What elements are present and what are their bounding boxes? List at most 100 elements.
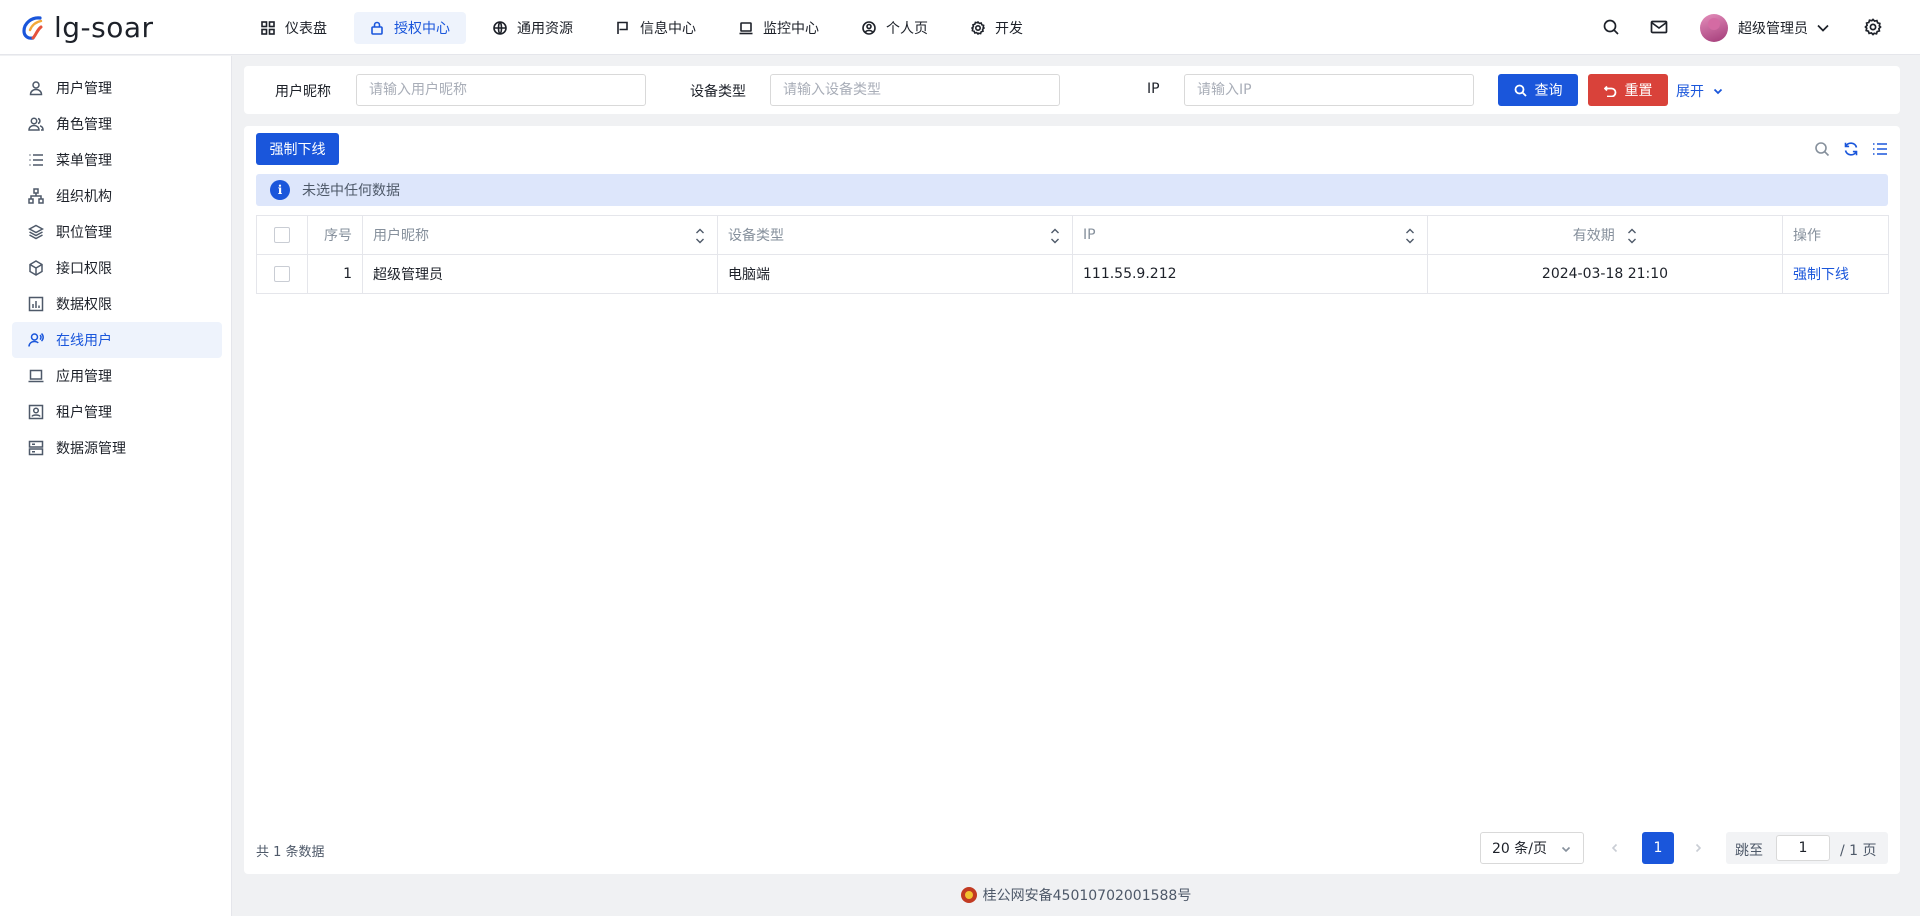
- nav-label: 监控中心: [763, 21, 819, 37]
- sort-icon[interactable]: [1405, 226, 1415, 246]
- expand-toggle[interactable]: 展开: [1676, 81, 1724, 101]
- lock-icon: [371, 21, 383, 35]
- sort-icon[interactable]: [695, 226, 705, 246]
- sidebar-item-position-management[interactable]: 职位管理: [12, 214, 222, 250]
- nav-message-center[interactable]: 信息中心: [600, 12, 712, 44]
- chevron-down-icon[interactable]: [1816, 21, 1830, 35]
- nickname-input[interactable]: [356, 74, 646, 106]
- refresh-icon[interactable]: [1843, 141, 1859, 157]
- jump-input[interactable]: [1776, 835, 1830, 861]
- column-settings-icon[interactable]: [1872, 141, 1888, 157]
- app-name: lg-soar: [54, 11, 154, 44]
- sidebar-item-label: 用户管理: [56, 81, 112, 97]
- search-icon[interactable]: [1814, 141, 1830, 157]
- org-icon: [28, 188, 44, 204]
- nav-label: 仪表盘: [285, 21, 327, 37]
- content-panel: 强制下线 i 未选中任何数据 序号 用户昵称 设备类型 IP 有效期 操作 1 …: [244, 126, 1900, 874]
- flag-icon: [617, 21, 628, 34]
- prev-page-icon[interactable]: [1609, 842, 1621, 854]
- sidebar-item-menu-management[interactable]: 菜单管理: [12, 142, 222, 178]
- table-header-row: 序号 用户昵称 设备类型 IP 有效期 操作: [256, 215, 1889, 255]
- app-logo[interactable]: lg-soar: [20, 10, 154, 45]
- sidebar-item-data-permission[interactable]: 数据权限: [12, 286, 222, 322]
- sidebar-item-tenant-management[interactable]: 租户管理: [12, 394, 222, 430]
- sidebar: 用户管理 角色管理 菜单管理 组织机构 职位管理 接口权限 数据权限 在线用户 …: [0, 56, 232, 916]
- sidebar-item-api-permission[interactable]: 接口权限: [12, 250, 222, 286]
- cell-nickname: 超级管理员: [362, 254, 718, 294]
- chevron-down-icon: [1561, 846, 1571, 853]
- nav-common-resources[interactable]: 通用资源: [477, 12, 589, 44]
- page-size-value: 20 条/页: [1492, 841, 1547, 857]
- laptop-icon: [28, 369, 44, 383]
- list-icon: [29, 154, 43, 166]
- sidebar-item-user-management[interactable]: 用户管理: [12, 70, 222, 106]
- sort-icon[interactable]: [1627, 226, 1637, 246]
- sidebar-item-label: 应用管理: [56, 369, 112, 385]
- page-size-select[interactable]: 20 条/页: [1480, 832, 1584, 864]
- top-nav: 仪表盘 授权中心 通用资源 信息中心 监控中心 个人页 开发: [245, 12, 1050, 44]
- selection-alert: i 未选中任何数据: [256, 174, 1888, 206]
- page-number-current[interactable]: 1: [1642, 832, 1674, 864]
- select-all-checkbox[interactable]: [274, 227, 290, 243]
- nav-label: 开发: [995, 21, 1023, 37]
- column-header-nickname[interactable]: 用户昵称: [362, 215, 718, 255]
- select-all-cell: [256, 215, 308, 255]
- reset-button[interactable]: 重置: [1588, 74, 1668, 106]
- search-panel: 用户昵称 设备类型 IP 查询 重置 展开: [244, 66, 1900, 114]
- jump-label: 跳至: [1735, 843, 1763, 859]
- globe-icon: [493, 21, 507, 35]
- sidebar-item-online-users[interactable]: 在线用户: [12, 322, 222, 358]
- total-pages: / 1 页: [1840, 843, 1877, 859]
- column-header-index: 序号: [307, 215, 363, 255]
- user-online-icon: [28, 332, 44, 347]
- sort-icon[interactable]: [1050, 226, 1060, 246]
- column-header-label: 有效期: [1572, 227, 1615, 244]
- sidebar-item-role-management[interactable]: 角色管理: [12, 106, 222, 142]
- force-offline-button[interactable]: 强制下线: [256, 133, 339, 165]
- sidebar-item-app-management[interactable]: 应用管理: [12, 358, 222, 394]
- row-checkbox[interactable]: [274, 266, 290, 282]
- sidebar-item-label: 数据源管理: [56, 441, 126, 457]
- nav-monitor-center[interactable]: 监控中心: [723, 12, 835, 44]
- chevron-down-icon: [1713, 88, 1723, 95]
- column-header-label: 用户昵称: [373, 228, 429, 244]
- sidebar-item-label: 数据权限: [56, 297, 112, 313]
- nav-develop[interactable]: 开发: [955, 12, 1039, 44]
- mail-icon[interactable]: [1650, 18, 1668, 36]
- avatar[interactable]: [1700, 14, 1728, 42]
- sidebar-item-label: 组织机构: [56, 189, 112, 205]
- row-force-offline-link[interactable]: 强制下线: [1793, 267, 1849, 283]
- sidebar-item-organization[interactable]: 组织机构: [12, 178, 222, 214]
- column-header-device-type[interactable]: 设备类型: [717, 215, 1073, 255]
- device-type-label: 设备类型: [690, 84, 746, 100]
- search-icon[interactable]: [1602, 18, 1620, 36]
- next-page-icon[interactable]: [1692, 842, 1704, 854]
- layers-icon: [28, 224, 44, 240]
- nav-dashboard[interactable]: 仪表盘: [245, 12, 343, 44]
- nav-auth-center[interactable]: 授权中心: [354, 12, 466, 44]
- ip-input[interactable]: [1184, 74, 1474, 106]
- info-icon: i: [270, 180, 290, 200]
- nav-profile[interactable]: 个人页: [846, 12, 944, 44]
- server-icon: [28, 440, 44, 456]
- users-icon: [28, 117, 44, 131]
- top-header: lg-soar 仪表盘 授权中心 通用资源 信息中心 监控中心 个人页 开发 超…: [0, 0, 1920, 55]
- nav-label: 通用资源: [517, 21, 573, 37]
- column-header-ip[interactable]: IP: [1072, 215, 1428, 255]
- ip-label: IP: [1147, 81, 1160, 97]
- online-users-table: 序号 用户昵称 设备类型 IP 有效期 操作 1 超级管理员 电脑端 111.5…: [256, 215, 1889, 294]
- expand-label: 展开: [1676, 84, 1704, 100]
- sidebar-item-datasource-management[interactable]: 数据源管理: [12, 430, 222, 466]
- column-header-expires[interactable]: 有效期: [1427, 215, 1783, 255]
- column-header-actions: 操作: [1782, 215, 1889, 255]
- cell-expires: 2024-03-18 21:10: [1427, 254, 1783, 294]
- icp-record-link[interactable]: 桂公网安备45010702001588号: [983, 885, 1192, 905]
- settings-icon[interactable]: [1864, 18, 1882, 36]
- table-row[interactable]: 1 超级管理员 电脑端 111.55.9.212 2024-03-18 21:1…: [256, 254, 1889, 294]
- nav-label: 授权中心: [394, 21, 450, 37]
- username[interactable]: 超级管理员: [1738, 18, 1808, 38]
- query-button[interactable]: 查询: [1498, 74, 1578, 106]
- footer: 桂公网安备45010702001588号: [232, 874, 1920, 916]
- cell-index: 1: [307, 254, 363, 294]
- device-type-input[interactable]: [770, 74, 1060, 106]
